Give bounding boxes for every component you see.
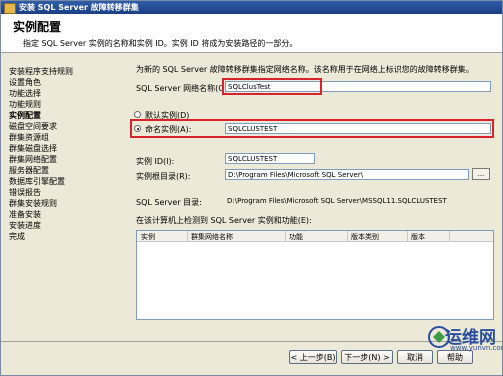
cancel-button[interactable]: 取消 (397, 350, 433, 364)
page-title: 实例配置 (13, 20, 62, 34)
nav-item-cluster-disk[interactable]: 群集磁盘选择 (9, 143, 57, 154)
named-instance-label: 命名实例(A): (145, 125, 192, 134)
watermark-logo-icon (428, 326, 450, 348)
instance-id-input[interactable]: SQLCLUSTEST (225, 153, 315, 164)
intro-text: 为新的 SQL Server 故障转移群集指定网络名称。该名称用于在网络上标识您… (136, 65, 474, 74)
named-instance-input[interactable]: SQLCLUSTEST (225, 123, 491, 134)
nav-item-complete[interactable]: 完成 (9, 231, 25, 242)
watermark-url: www.yunvn.com (450, 344, 503, 352)
nav-item-feature-rules[interactable]: 功能规则 (9, 99, 41, 110)
col-features[interactable]: 功能 (289, 232, 303, 242)
window-title: 安装 SQL Server 故障转移群集 (19, 3, 139, 12)
step-navigation: 安装程序支持规则 设置角色 功能选择 功能规则 实例配置 磁盘空间要求 群集资源… (1, 54, 125, 322)
nav-item-cluster-network[interactable]: 群集网络配置 (9, 154, 57, 165)
col-edition[interactable]: 版本类别 (351, 232, 379, 242)
default-instance-radio[interactable] (134, 111, 141, 118)
nav-item-error-reporting[interactable]: 错误报告 (9, 187, 41, 198)
col-version[interactable]: 版本 (411, 232, 425, 242)
instance-root-input[interactable]: D:\Program Files\Microsoft SQL Server\ (225, 169, 469, 180)
browse-button[interactable]: ... (472, 168, 490, 180)
installer-window: 安装 SQL Server 故障转移群集 实例配置 指定 SQL Server … (0, 0, 503, 376)
nav-item-feature-selection[interactable]: 功能选择 (9, 88, 41, 99)
help-button[interactable]: 帮助 (437, 350, 473, 364)
instance-root-label: 实例根目录(R): (136, 172, 191, 181)
table-header: 实例 群集网络名称 功能 版本类别 版本 (137, 231, 493, 242)
sql-dir-label: SQL Server 目录: (136, 198, 202, 207)
detected-instances-label: 在该计算机上检测到 SQL Server 实例和功能(E): (136, 216, 312, 225)
title-bar: 安装 SQL Server 故障转移群集 (1, 1, 502, 14)
back-button[interactable]: < 上一步(B) (289, 350, 337, 364)
nav-item-database-engine[interactable]: 数据库引擎配置 (9, 176, 65, 187)
nav-item-instance-configuration[interactable]: 实例配置 (9, 110, 41, 121)
app-icon (4, 3, 16, 14)
nav-item-setup-support-rules[interactable]: 安装程序支持规则 (9, 66, 73, 77)
nav-item-cluster-install-rules[interactable]: 群集安装规则 (9, 198, 57, 209)
named-instance-radio[interactable] (134, 125, 141, 132)
nav-item-install-progress[interactable]: 安装进度 (9, 220, 41, 231)
sql-dir-value: D:\Program Files\Microsoft SQL Server\MS… (227, 197, 447, 205)
next-button[interactable]: 下一步(N) > (341, 350, 393, 364)
col-instance[interactable]: 实例 (141, 232, 155, 242)
network-name-label: SQL Server 网络名称(O): (136, 84, 231, 93)
detected-instances-table[interactable]: 实例 群集网络名称 功能 版本类别 版本 (136, 230, 494, 320)
nav-item-disk-space[interactable]: 磁盘空间要求 (9, 121, 57, 132)
instance-id-label: 实例 ID(I): (136, 157, 175, 166)
nav-item-server-configuration[interactable]: 服务器配置 (9, 165, 49, 176)
col-cluster-network-name[interactable]: 群集网络名称 (191, 232, 233, 242)
page-header: 实例配置 指定 SQL Server 实例的名称和实例 ID。实例 ID 将成为… (1, 14, 502, 53)
nav-item-cluster-resource-group[interactable]: 群集资源组 (9, 132, 49, 143)
network-name-highlight (222, 78, 322, 95)
nav-item-setup-role[interactable]: 设置角色 (9, 77, 41, 88)
nav-item-ready-to-install[interactable]: 准备安装 (9, 209, 41, 220)
page-description: 指定 SQL Server 实例的名称和实例 ID。实例 ID 将成为安装路径的… (23, 39, 298, 48)
